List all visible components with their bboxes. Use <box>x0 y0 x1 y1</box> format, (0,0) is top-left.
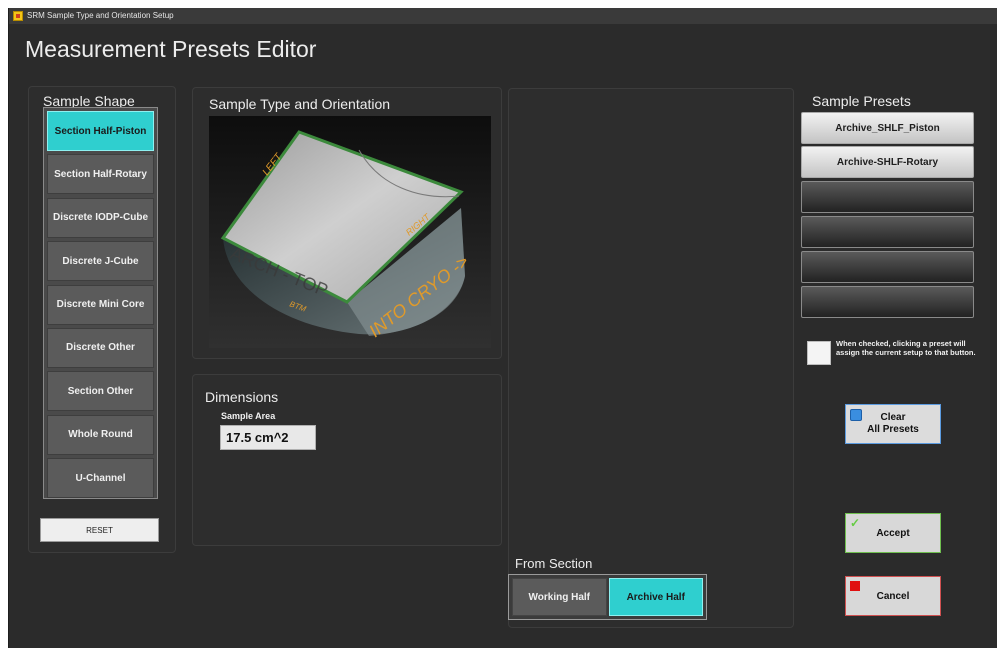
sample-area-label: Sample Area <box>221 411 276 421</box>
section-panel <box>508 88 794 628</box>
preset-button-3[interactable] <box>801 181 974 213</box>
title-bar: SRM Sample Type and Orientation Setup <box>9 8 997 24</box>
sample-orientation-image: LEFT RIGHT ARCH - TOP BTM INTO CRYO -> <box>209 116 491 348</box>
orientation-panel: Sample Type and Orientation LEFT RIGHT A… <box>192 87 502 359</box>
dimensions-panel: Dimensions Sample Area 17.5 cm^2 <box>192 374 502 546</box>
cancel-label: Cancel <box>876 590 910 602</box>
window-title: SRM Sample Type and Orientation Setup <box>27 11 174 20</box>
dimensions-title: Dimensions <box>205 389 279 405</box>
preset-button-4[interactable] <box>801 216 974 248</box>
shape-discrete-iodp-cube[interactable]: Discrete IODP-Cube <box>47 197 154 238</box>
shape-section-half-piston[interactable]: Section Half-Piston <box>47 111 154 151</box>
sample-shape-panel: Sample Shape Section Half-Piston Section… <box>28 86 176 553</box>
archive-half-button[interactable]: Archive Half <box>608 578 703 616</box>
from-section-toggle: Working Half Archive Half <box>508 574 707 620</box>
sample-shape-list: Section Half-Piston Section Half-Rotary … <box>43 107 158 499</box>
stop-icon <box>850 581 860 591</box>
preset-button-6[interactable] <box>801 286 974 318</box>
sample-area-field[interactable]: 17.5 cm^2 <box>220 425 316 450</box>
clear-all-presets-label: Clear All Presets <box>867 412 919 435</box>
accept-button[interactable]: ✓ Accept <box>845 513 941 553</box>
page-title: Measurement Presets Editor <box>25 36 317 62</box>
clear-icon <box>850 409 862 421</box>
assign-preset-note: When checked, clicking a preset will ass… <box>836 339 976 357</box>
working-half-button[interactable]: Working Half <box>512 578 607 616</box>
app-icon <box>13 11 23 21</box>
preset-button-1[interactable]: Archive_SHLF_Piston <box>801 112 974 144</box>
accept-label: Accept <box>876 527 910 539</box>
assign-preset-checkbox[interactable] <box>807 341 831 365</box>
shape-whole-round[interactable]: Whole Round <box>47 414 154 455</box>
shape-section-half-rotary[interactable]: Section Half-Rotary <box>47 154 154 195</box>
shape-u-channel[interactable]: U-Channel <box>47 458 154 499</box>
orientation-title: Sample Type and Orientation <box>209 96 391 112</box>
clear-all-presets-button[interactable]: Clear All Presets <box>845 404 941 444</box>
preset-button-2[interactable]: Archive-SHLF-Rotary <box>801 146 974 178</box>
shape-discrete-other[interactable]: Discrete Other <box>47 327 154 368</box>
shape-section-other[interactable]: Section Other <box>47 371 154 412</box>
reset-button[interactable]: RESET <box>40 518 159 542</box>
preset-button-5[interactable] <box>801 251 974 283</box>
from-section-title: From Section <box>515 556 593 571</box>
cancel-button[interactable]: Cancel <box>845 576 941 616</box>
shape-discrete-j-cube[interactable]: Discrete J-Cube <box>47 241 154 282</box>
sample-presets-title: Sample Presets <box>812 93 911 109</box>
checkmark-icon: ✓ <box>850 516 861 530</box>
shape-discrete-mini-core[interactable]: Discrete Mini Core <box>47 284 154 325</box>
